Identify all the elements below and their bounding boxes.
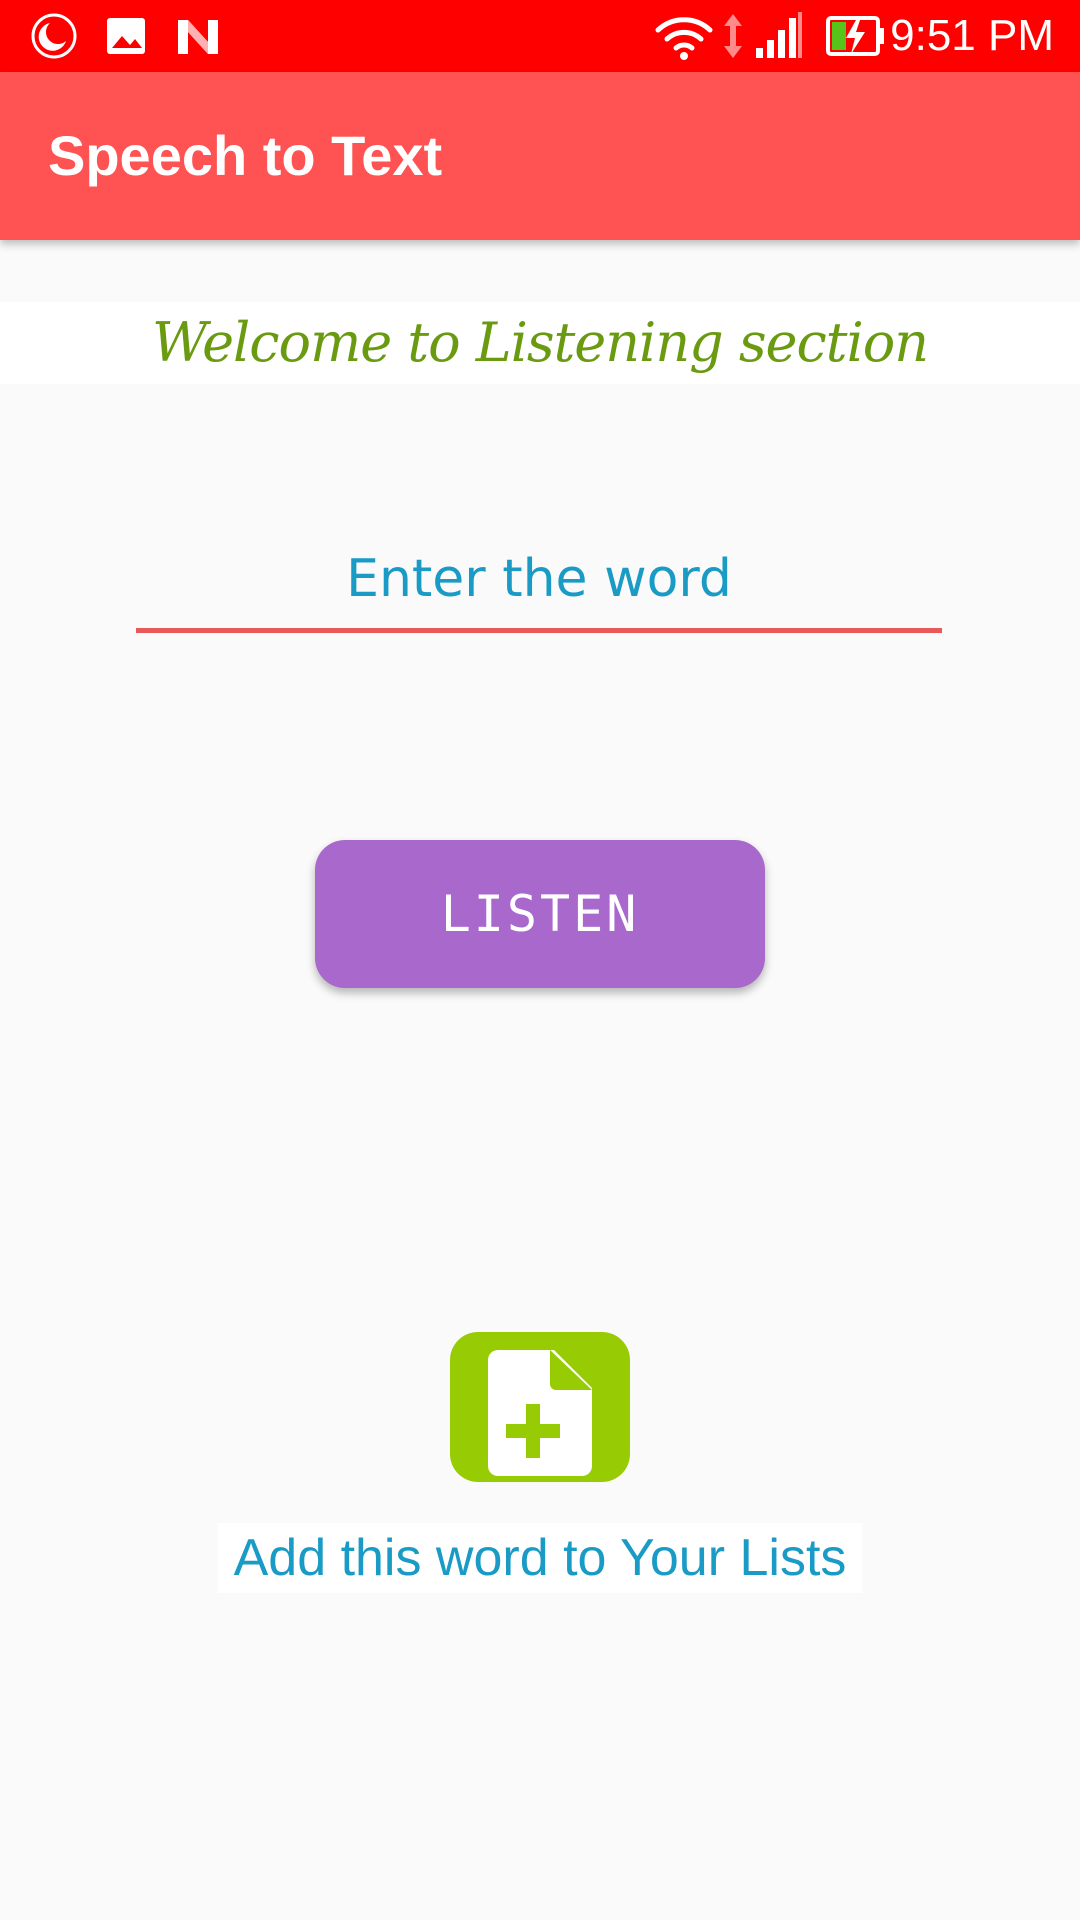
speech-to-text-screen: 9:51 PM Speech to Text Welcome to Listen… xyxy=(0,0,1080,1920)
app-bar: Speech to Text xyxy=(0,72,1080,240)
image-notification-icon xyxy=(107,18,145,54)
night-mode-icon xyxy=(31,13,77,59)
n-notification-icon xyxy=(178,20,218,54)
cell-signal-icon xyxy=(756,12,802,58)
welcome-text: Welcome to Listening section xyxy=(151,311,929,374)
wifi-icon xyxy=(655,17,713,60)
word-field xyxy=(136,530,942,634)
status-bar: 9:51 PM xyxy=(0,0,1080,72)
listen-button[interactable]: LISTEN xyxy=(315,840,765,988)
add-document-icon[interactable] xyxy=(450,1332,630,1482)
welcome-banner: Welcome to Listening section xyxy=(0,302,1080,384)
status-time: 9:51 PM xyxy=(890,11,1054,60)
app-title: Speech to Text xyxy=(48,124,443,187)
word-input-underline xyxy=(136,628,942,633)
word-input[interactable] xyxy=(136,530,942,628)
battery-charging-icon xyxy=(826,16,884,56)
data-arrows-icon xyxy=(724,14,742,58)
add-to-list-link[interactable]: Add this word to Your Lists xyxy=(218,1523,862,1593)
